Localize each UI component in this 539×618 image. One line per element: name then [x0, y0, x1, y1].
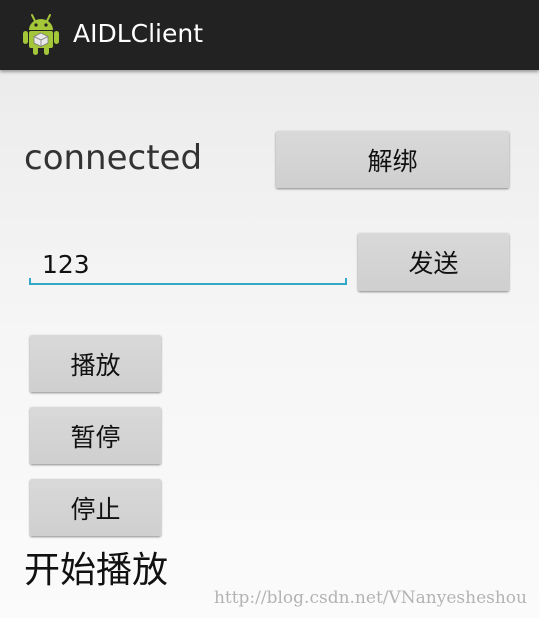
message-input[interactable] — [30, 243, 346, 285]
stop-button[interactable]: 停止 — [30, 479, 161, 536]
send-button[interactable]: 发送 — [358, 233, 509, 291]
playback-status: 开始播放 — [24, 550, 169, 591]
input-underline — [29, 283, 347, 285]
app-title: AIDLClient — [73, 19, 204, 48]
android-icon — [21, 12, 61, 56]
play-button[interactable]: 播放 — [30, 335, 161, 392]
input-underline-tick-right — [345, 278, 347, 284]
unbind-button[interactable]: 解绑 — [276, 131, 509, 188]
watermark: http://blog.csdn.net/VNanyesheshou — [213, 588, 527, 608]
pause-button[interactable]: 暂停 — [30, 407, 161, 464]
action-bar: AIDLClient — [0, 0, 539, 70]
input-underline-tick-left — [29, 278, 31, 284]
connection-status: connected — [24, 138, 203, 178]
